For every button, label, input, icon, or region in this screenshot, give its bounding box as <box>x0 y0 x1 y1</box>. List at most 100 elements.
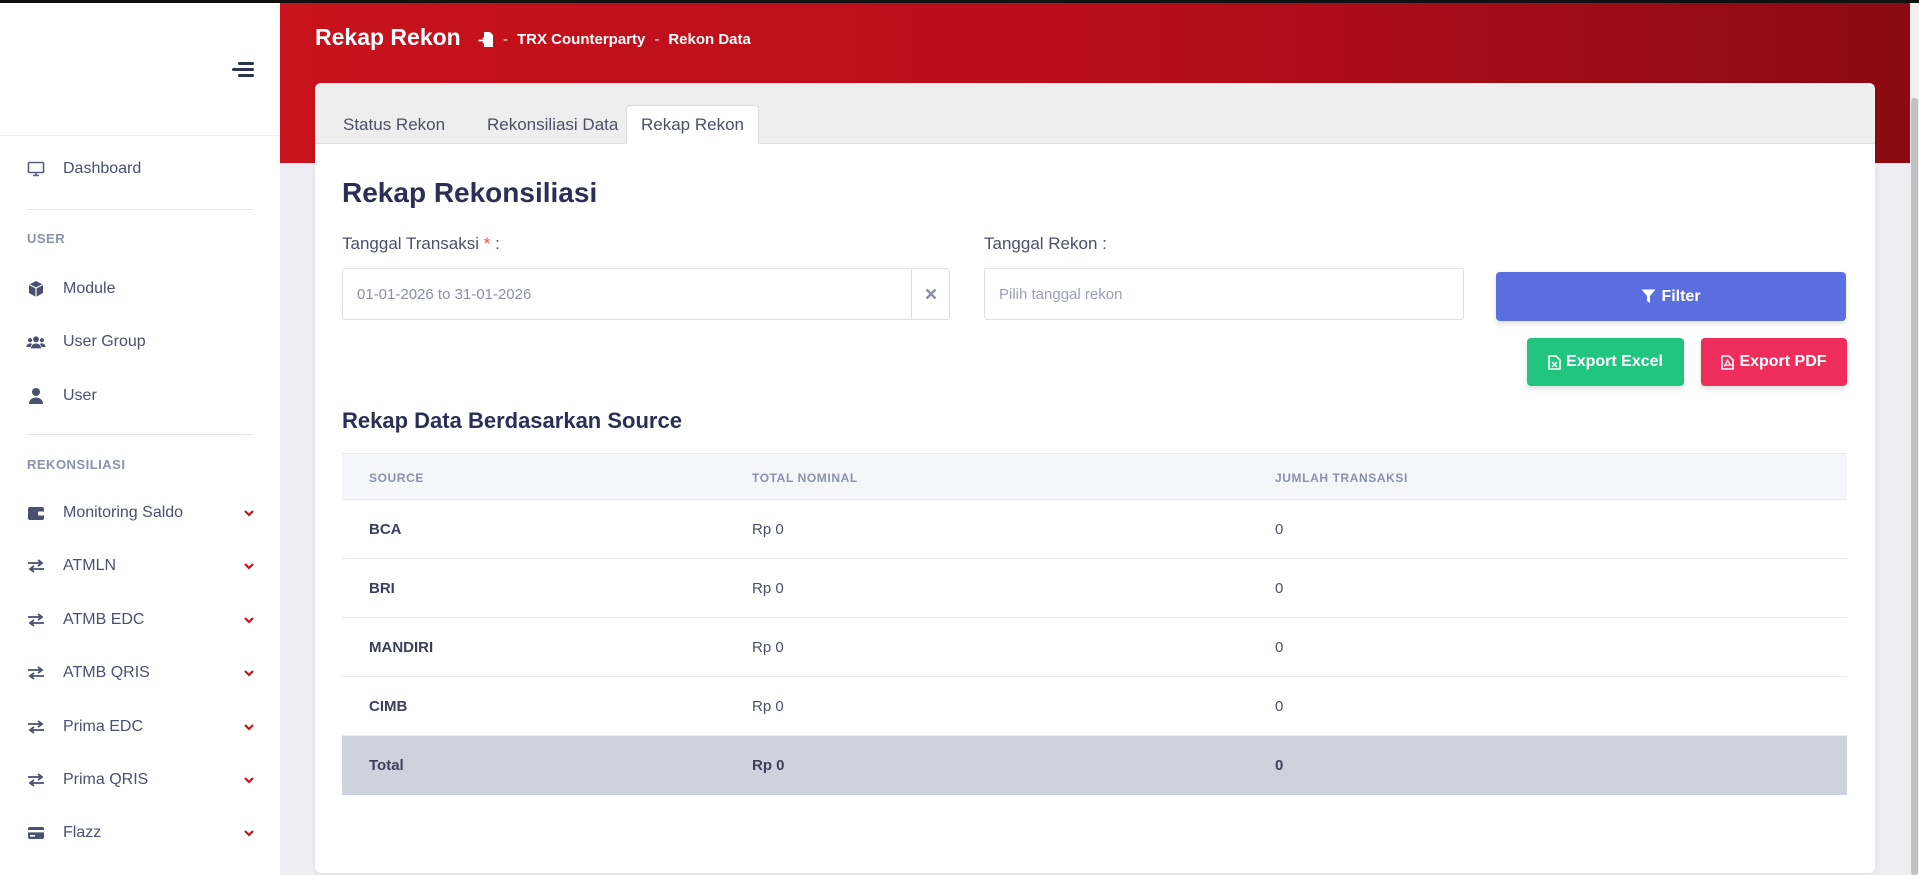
breadcrumb-item[interactable]: TRX Counterparty <box>517 31 645 48</box>
cell-jumlah: 0 <box>1275 698 1284 715</box>
chevron-down-icon[interactable] <box>243 507 255 519</box>
sidebar-item-prima-edc[interactable]: Prima EDC <box>0 707 280 747</box>
section-title: Rekap Rekonsiliasi <box>342 177 598 208</box>
filter-button-label: Filter <box>1661 287 1701 305</box>
filter-icon <box>1641 289 1656 303</box>
exchange-icon <box>26 663 46 683</box>
cell-total-nominal: Rp 0 <box>752 757 785 774</box>
sidebar-item-atmb-edc[interactable]: ATMB EDC <box>0 600 280 640</box>
clear-icon[interactable] <box>911 269 949 319</box>
sidebar-item-prima-qris[interactable]: Prima QRIS <box>0 760 280 800</box>
rekap-table: SOURCE TOTAL NOMINAL JUMLAH TRANSAKSI BC… <box>342 453 1847 795</box>
users-icon <box>26 332 46 352</box>
cell-source: BRI <box>369 580 395 597</box>
cell-jumlah: 0 <box>1275 580 1284 597</box>
sidebar-item-atmb-qris[interactable]: ATMB QRIS <box>0 653 280 693</box>
breadcrumb-separator: - <box>654 31 660 48</box>
export-excel-button[interactable]: Export Excel <box>1527 338 1684 386</box>
file-pdf-icon <box>1721 354 1735 370</box>
sidebar-item-module[interactable]: Module <box>0 269 280 309</box>
divider <box>27 209 253 210</box>
filter-button[interactable]: Filter <box>1496 272 1846 321</box>
chevron-down-icon[interactable] <box>243 827 255 839</box>
tanggal-rekon-label: Tanggal Rekon : <box>984 234 1107 253</box>
card-icon <box>26 823 46 843</box>
breadcrumb: - TRX Counterparty - Rekon Data <box>478 31 751 48</box>
chevron-down-icon[interactable] <box>243 667 255 679</box>
column-header[interactable]: JUMLAH TRANSAKSI <box>1275 471 1408 485</box>
export-pdf-button[interactable]: Export PDF <box>1701 338 1847 386</box>
sidebar-item-atmln[interactable]: ATMLN <box>0 546 280 586</box>
table-total-row: Total Rp 0 0 <box>342 736 1847 795</box>
sidebar-item-label: ATMB QRIS <box>63 664 150 681</box>
cell-source: BCA <box>369 521 402 538</box>
sidebar-item-label: Module <box>63 280 116 297</box>
sidebar-item-user-group[interactable]: User Group <box>0 322 280 362</box>
sidebar-item-dashboard[interactable]: Dashboard <box>0 149 280 189</box>
export-pdf-label: Export PDF <box>1739 353 1827 370</box>
user-icon <box>26 386 46 406</box>
sidebar-item-label: User <box>63 387 97 404</box>
sidebar-item-label: Prima EDC <box>63 718 144 735</box>
cell-nominal: Rp 0 <box>752 698 784 715</box>
content-card: Status Rekon Rekonsiliasi Data Rekap Rek… <box>315 83 1875 873</box>
exchange-icon <box>26 610 46 630</box>
table-title: Rekap Data Berdasarkan Source <box>342 408 682 433</box>
sidebar-item-label: ATMB EDC <box>63 611 145 628</box>
section-rekonsiliasi: REKONSILIASI <box>27 457 126 472</box>
tab-rekonsiliasi-data[interactable]: Rekonsiliasi Data <box>473 105 632 144</box>
exchange-icon <box>26 556 46 576</box>
table-row: BCA Rp 0 0 <box>342 500 1847 559</box>
cell-nominal: Rp 0 <box>752 521 784 538</box>
section-user: USER <box>27 231 66 246</box>
divider <box>27 434 253 435</box>
wallet-icon <box>26 503 46 523</box>
file-import-icon[interactable] <box>478 31 494 48</box>
required-mark: * <box>483 234 491 253</box>
tanggal-rekon-input[interactable] <box>984 268 1464 320</box>
cell-total-jumlah: 0 <box>1275 757 1284 774</box>
exchange-icon <box>26 770 46 790</box>
tab-bar: Status Rekon Rekonsiliasi Data Rekap Rek… <box>315 83 1875 144</box>
breadcrumb-separator: - <box>503 31 508 48</box>
column-header[interactable]: TOTAL NOMINAL <box>752 471 858 485</box>
page-title: Rekap Rekon <box>315 24 461 50</box>
cell-jumlah: 0 <box>1275 521 1284 538</box>
tanggal-transaksi-value: 01-01-2026 to 31-01-2026 <box>357 285 532 303</box>
sidebar-item-label: User Group <box>63 333 146 350</box>
sidebar: Dashboard USER Module User Group User RE… <box>0 3 280 875</box>
chevron-down-icon[interactable] <box>243 774 255 786</box>
tanggal-transaksi-input[interactable]: 01-01-2026 to 31-01-2026 <box>342 268 950 320</box>
cell-nominal: Rp 0 <box>752 639 784 656</box>
table-row: BRI Rp 0 0 <box>342 559 1847 618</box>
tanggal-transaksi-label: Tanggal Transaksi * : <box>342 234 500 253</box>
sidebar-item-flazz[interactable]: Flazz <box>0 813 280 853</box>
table-row: CIMB Rp 0 0 <box>342 677 1847 736</box>
cell-total-label: Total <box>369 757 404 774</box>
cell-nominal: Rp 0 <box>752 580 784 597</box>
sidebar-item-label: Flazz <box>63 824 102 841</box>
scrollbar-thumb[interactable] <box>1911 98 1918 875</box>
tab-status-rekon[interactable]: Status Rekon <box>329 105 459 144</box>
table-row: MANDIRI Rp 0 0 <box>342 618 1847 677</box>
tab-rekap-rekon[interactable]: Rekap Rekon <box>626 105 760 144</box>
file-excel-icon <box>1548 354 1561 370</box>
sidebar-item-monitoring-saldo[interactable]: Monitoring Saldo <box>0 493 280 533</box>
chevron-down-icon[interactable] <box>243 721 255 733</box>
sidebar-header <box>0 3 280 136</box>
chevron-down-icon[interactable] <box>243 560 255 572</box>
top-strip <box>0 0 1919 3</box>
cell-jumlah: 0 <box>1275 639 1284 656</box>
sidebar-item-label: Monitoring Saldo <box>63 504 184 521</box>
sidebar-item-label: Dashboard <box>63 160 142 177</box>
sidebar-item-user[interactable]: User <box>0 376 280 416</box>
export-excel-label: Export Excel <box>1566 353 1663 370</box>
cell-source: MANDIRI <box>369 639 434 656</box>
breadcrumb-item[interactable]: Rekon Data <box>668 31 751 48</box>
cube-icon <box>26 279 46 299</box>
monitor-icon <box>26 159 46 179</box>
chevron-down-icon[interactable] <box>243 614 255 626</box>
table-header: SOURCE TOTAL NOMINAL JUMLAH TRANSAKSI <box>342 453 1847 500</box>
menu-toggle-icon[interactable] <box>232 60 254 78</box>
column-header[interactable]: SOURCE <box>369 471 424 485</box>
